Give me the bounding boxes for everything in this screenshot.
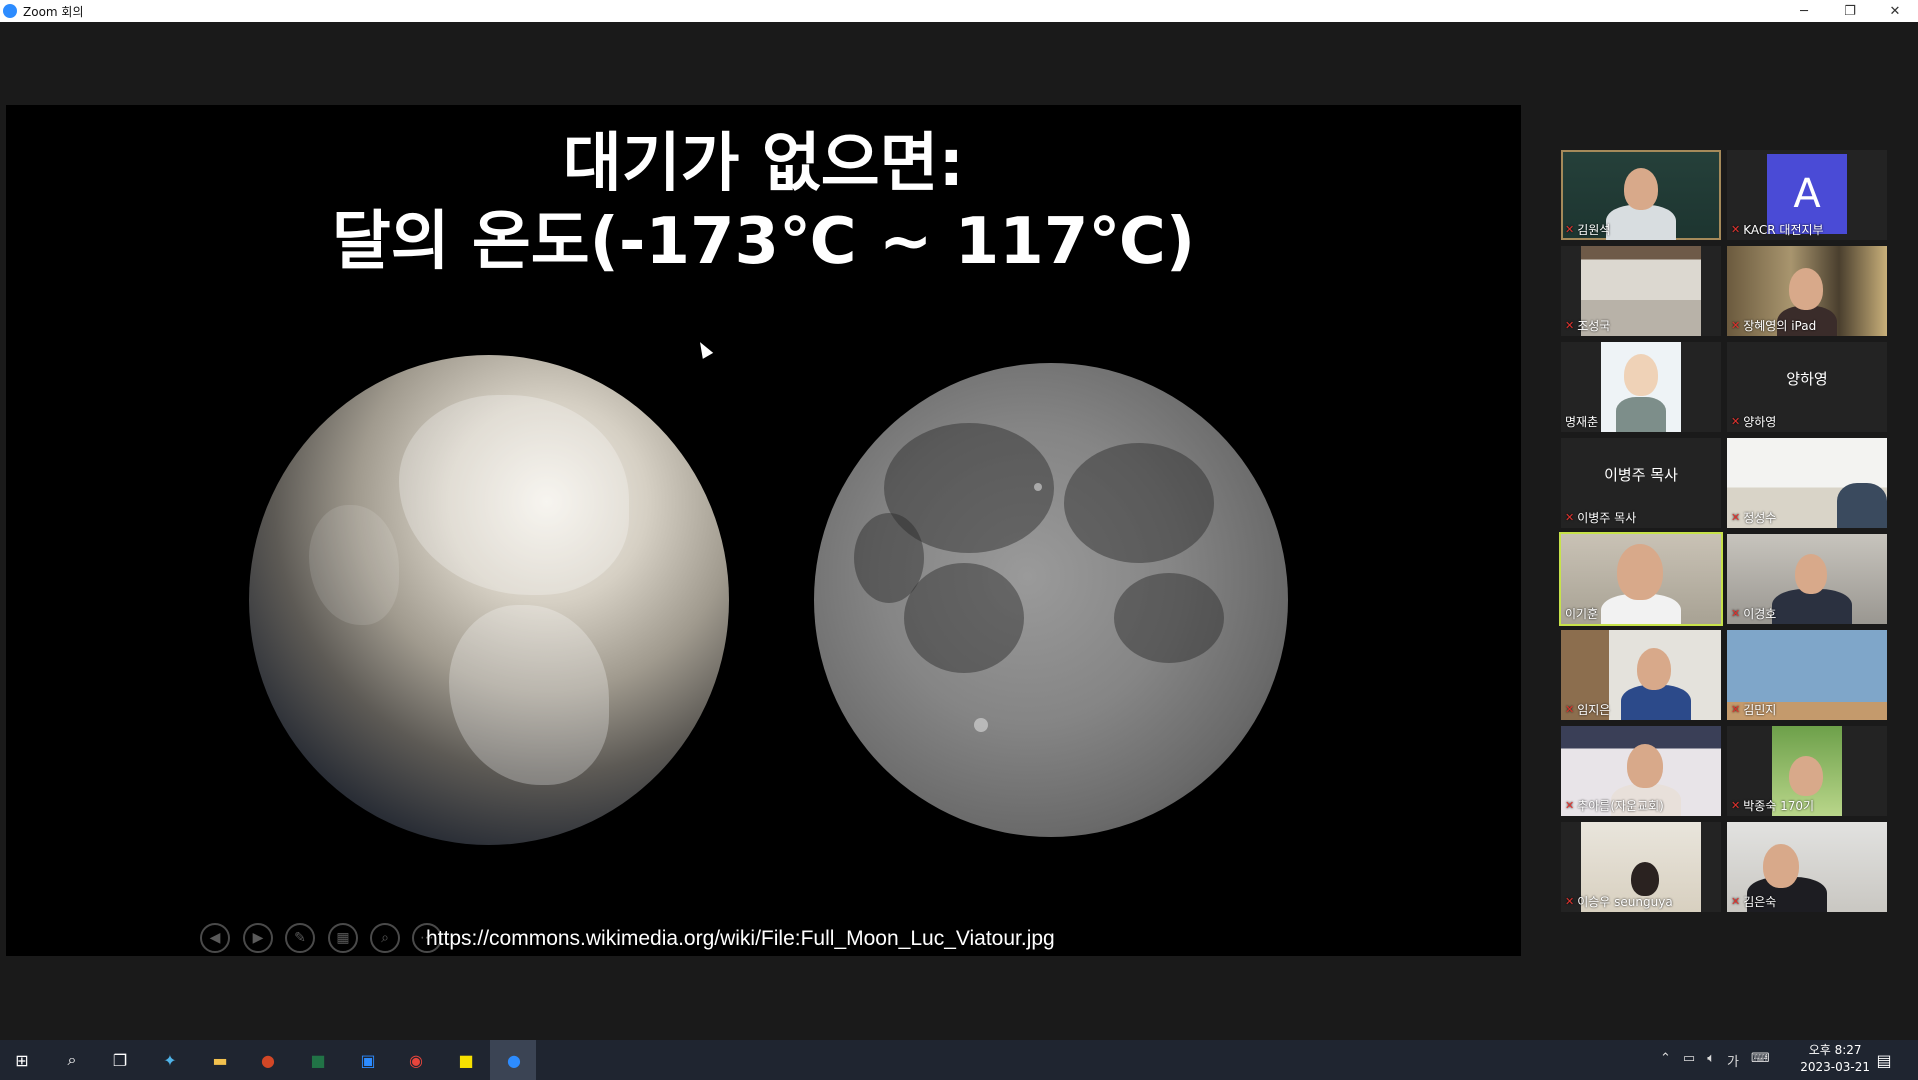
participant-tile[interactable]: 명재춘 (1561, 342, 1721, 432)
mic-muted-icon: ✕ (1731, 799, 1741, 812)
participant-tile[interactable]: ✕ 이경호 (1727, 534, 1887, 624)
image-source-url: https://commons.wikimedia.org/wiki/File:… (426, 927, 1055, 950)
participant-tile[interactable]: ✕ 박종숙 170기 (1727, 726, 1887, 816)
participant-name: ✕ 이경호 (1731, 607, 1777, 621)
next-slide-icon[interactable]: ▶ (243, 923, 273, 953)
previous-slide-icon[interactable]: ◀ (200, 923, 230, 953)
mic-muted-icon: ✕ (1731, 703, 1741, 716)
participant-name: ✕ 양하영 (1731, 415, 1777, 429)
participant-name: ✕ 김원석 (1565, 223, 1611, 237)
chrome-icon[interactable]: ◉ (404, 1048, 428, 1072)
close-button[interactable]: ✕ (1872, 0, 1918, 22)
kakaotalk-icon[interactable]: ■ (454, 1048, 478, 1072)
participant-name: ✕ 김민지 (1731, 703, 1777, 717)
participant-display-name: 양하영 (1786, 370, 1828, 388)
mic-muted-icon: ✕ (1565, 799, 1575, 812)
participant-tile[interactable]: ✕ 추아름(자운교회) (1561, 726, 1721, 816)
participant-name: ✕ 이승우 seunguya (1565, 895, 1673, 909)
powerpoint-icon[interactable]: ● (256, 1048, 280, 1072)
mic-muted-icon: ✕ (1565, 223, 1575, 236)
zoom-icon[interactable]: ● (502, 1048, 526, 1072)
participant-tile[interactable]: ✕ 이승우 seunguya (1561, 822, 1721, 912)
shared-screen-slide[interactable]: 대기가 없으면: 달의 온도(-173℃ ~ 117℃) ◀ ▶ ✎ ▦ ⌕ ⋯… (6, 105, 1521, 956)
participant-tile[interactable]: 이병주 목사 ✕ 이병주 목사 (1561, 438, 1721, 528)
pen-icon[interactable]: ✎ (285, 923, 315, 953)
ime-indicator[interactable]: 가 (1727, 1051, 1739, 1070)
participant-tile[interactable]: 양하영 ✕ 양하영 (1727, 342, 1887, 432)
participant-tile[interactable]: A ✕ KACR 대전지부 (1727, 150, 1887, 240)
zoom-app-icon (3, 4, 17, 18)
active-speaker-tile[interactable]: 이기훈 (1559, 532, 1723, 626)
participant-name: ✕ 조성국 (1565, 319, 1611, 333)
mic-muted-icon: ✕ (1731, 415, 1741, 428)
mic-muted-icon: ✕ (1731, 895, 1741, 908)
slide-title: 대기가 없으면: 달의 온도(-173℃ ~ 117℃) (6, 125, 1521, 281)
file-explorer-icon[interactable]: ▬ (208, 1048, 232, 1072)
window-titlebar: Zoom 회의 (0, 0, 1918, 22)
participant-name: ✕ 박종숙 170기 (1731, 799, 1815, 813)
screen-app-icon[interactable]: ▣ (356, 1048, 380, 1072)
window-title: Zoom 회의 (23, 4, 84, 19)
mouse-cursor-icon (694, 339, 714, 359)
mic-muted-icon: ✕ (1731, 223, 1741, 236)
participant-tile[interactable]: ✕ 김원석 (1561, 150, 1721, 240)
windows-taskbar: ⊞ ⌕ ❐ ✦ ▬ ● ■ ▣ ◉ ■ ● ⌃ ▭ 🔈︎ 가 ⌨ 오후 8:27… (0, 1040, 1918, 1080)
participant-name: ✕ 추아름(자운교회) (1565, 799, 1664, 813)
system-tray: ⌃ ▭ 🔈︎ 가 ⌨ (1660, 1051, 1770, 1070)
participant-name: ✕ 임지은 (1565, 703, 1611, 717)
mic-muted-icon: ✕ (1565, 703, 1575, 716)
mic-muted-icon: ✕ (1731, 511, 1741, 524)
keyboard-icon[interactable]: ⌨ (1751, 1051, 1770, 1070)
participant-tile[interactable]: ✕ 조성국 (1561, 246, 1721, 336)
earth-image (249, 355, 729, 845)
clock-time: 오후 8:27 (1808, 1043, 1862, 1057)
clock-date: 2023-03-21 (1800, 1060, 1870, 1074)
participant-tile[interactable]: ✕ 장혜영의 iPad (1727, 246, 1887, 336)
mic-muted-icon: ✕ (1565, 319, 1575, 332)
excel-icon[interactable]: ■ (306, 1048, 330, 1072)
zoom-magnifier-icon[interactable]: ⌕ (370, 923, 400, 953)
mic-muted-icon: ✕ (1731, 319, 1741, 332)
participant-name: ✕ KACR 대전지부 (1731, 223, 1824, 237)
notification-icon[interactable]: ▤ (1872, 1048, 1896, 1072)
moon-image (814, 363, 1288, 837)
participant-name: ✕ 장혜영의 iPad (1731, 319, 1817, 333)
mic-muted-icon: ✕ (1731, 607, 1741, 620)
chevron-up-icon[interactable]: ⌃ (1660, 1051, 1671, 1070)
slide-title-line2: 달의 온도(-173℃ ~ 117℃) (331, 205, 1196, 279)
task-view-icon[interactable]: ❐ (108, 1048, 132, 1072)
search-icon[interactable]: ⌕ (60, 1048, 84, 1072)
mic-muted-icon: ✕ (1565, 895, 1575, 908)
mic-muted-icon: ✕ (1565, 511, 1575, 524)
bird-app-icon[interactable]: ✦ (158, 1048, 182, 1072)
participant-name: ✕ 김은숙 (1731, 895, 1777, 909)
clock[interactable]: 오후 8:27 2023-03-21 (1800, 1042, 1870, 1076)
participant-name: 명재춘 (1565, 415, 1599, 429)
participant-tile[interactable]: ✕ 정성수 (1727, 438, 1887, 528)
participant-tile[interactable]: ✕ 임지은 (1561, 630, 1721, 720)
participant-name: ✕ 정성수 (1731, 511, 1777, 525)
participant-display-name: 이병주 목사 (1604, 466, 1678, 484)
speaker-icon[interactable]: 🔈︎ (1707, 1051, 1715, 1070)
restore-button[interactable]: ❐ (1827, 0, 1873, 22)
participant-name: ✕ 이병주 목사 (1565, 511, 1637, 525)
windows-start-icon[interactable]: ⊞ (10, 1048, 34, 1072)
slide-title-line1: 대기가 없으면: (562, 127, 965, 201)
participant-tile[interactable]: ✕ 김민지 (1727, 630, 1887, 720)
minimize-button[interactable]: ─ (1781, 0, 1827, 22)
slide-grid-icon[interactable]: ▦ (328, 923, 358, 953)
participant-tile[interactable]: ✕ 김은숙 (1727, 822, 1887, 912)
participant-name: 이기훈 (1565, 607, 1599, 621)
network-icon[interactable]: ▭ (1683, 1051, 1695, 1070)
